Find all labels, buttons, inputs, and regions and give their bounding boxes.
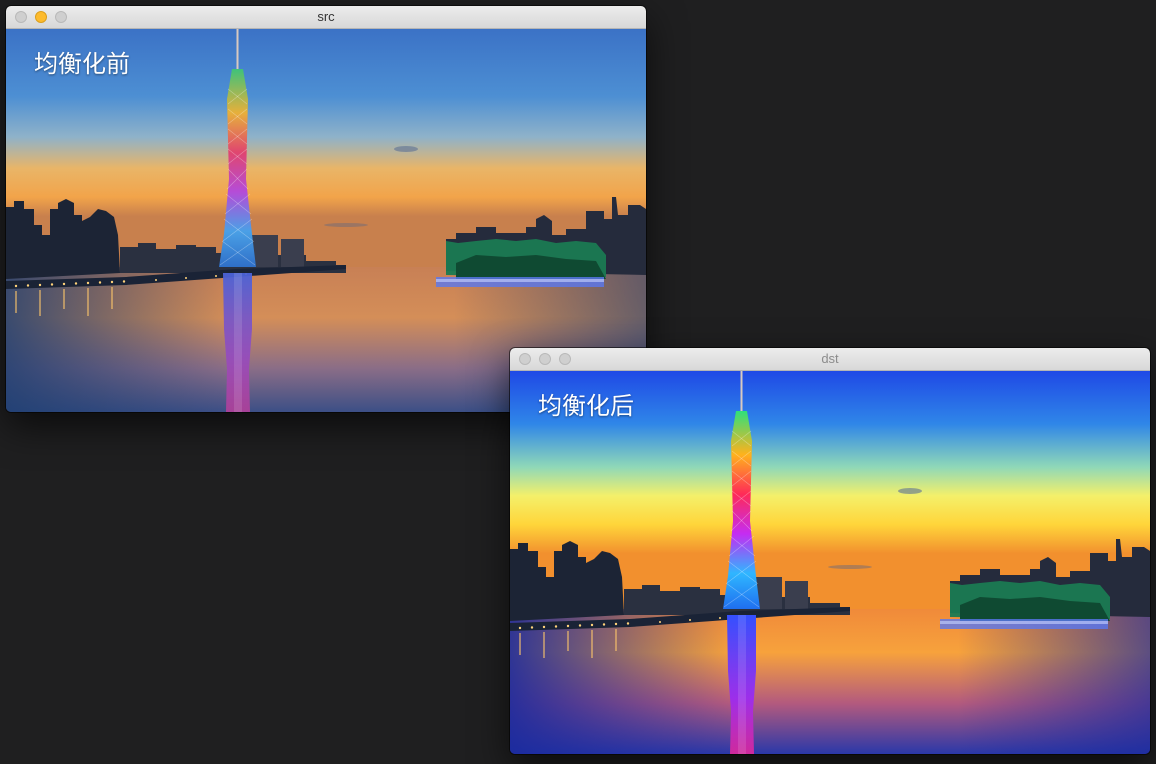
window-title-dst: dst xyxy=(821,351,839,366)
window-title-src: src xyxy=(317,9,335,24)
titlebar-dst[interactable]: dst xyxy=(510,348,1150,371)
titlebar-src[interactable]: src xyxy=(6,6,646,29)
image-after-equalization xyxy=(510,371,1150,754)
caption-before: 均衡化前 xyxy=(34,50,130,78)
caption-after: 均衡化后 xyxy=(538,392,634,420)
window-dst: dst 均衡化后 xyxy=(510,348,1150,754)
